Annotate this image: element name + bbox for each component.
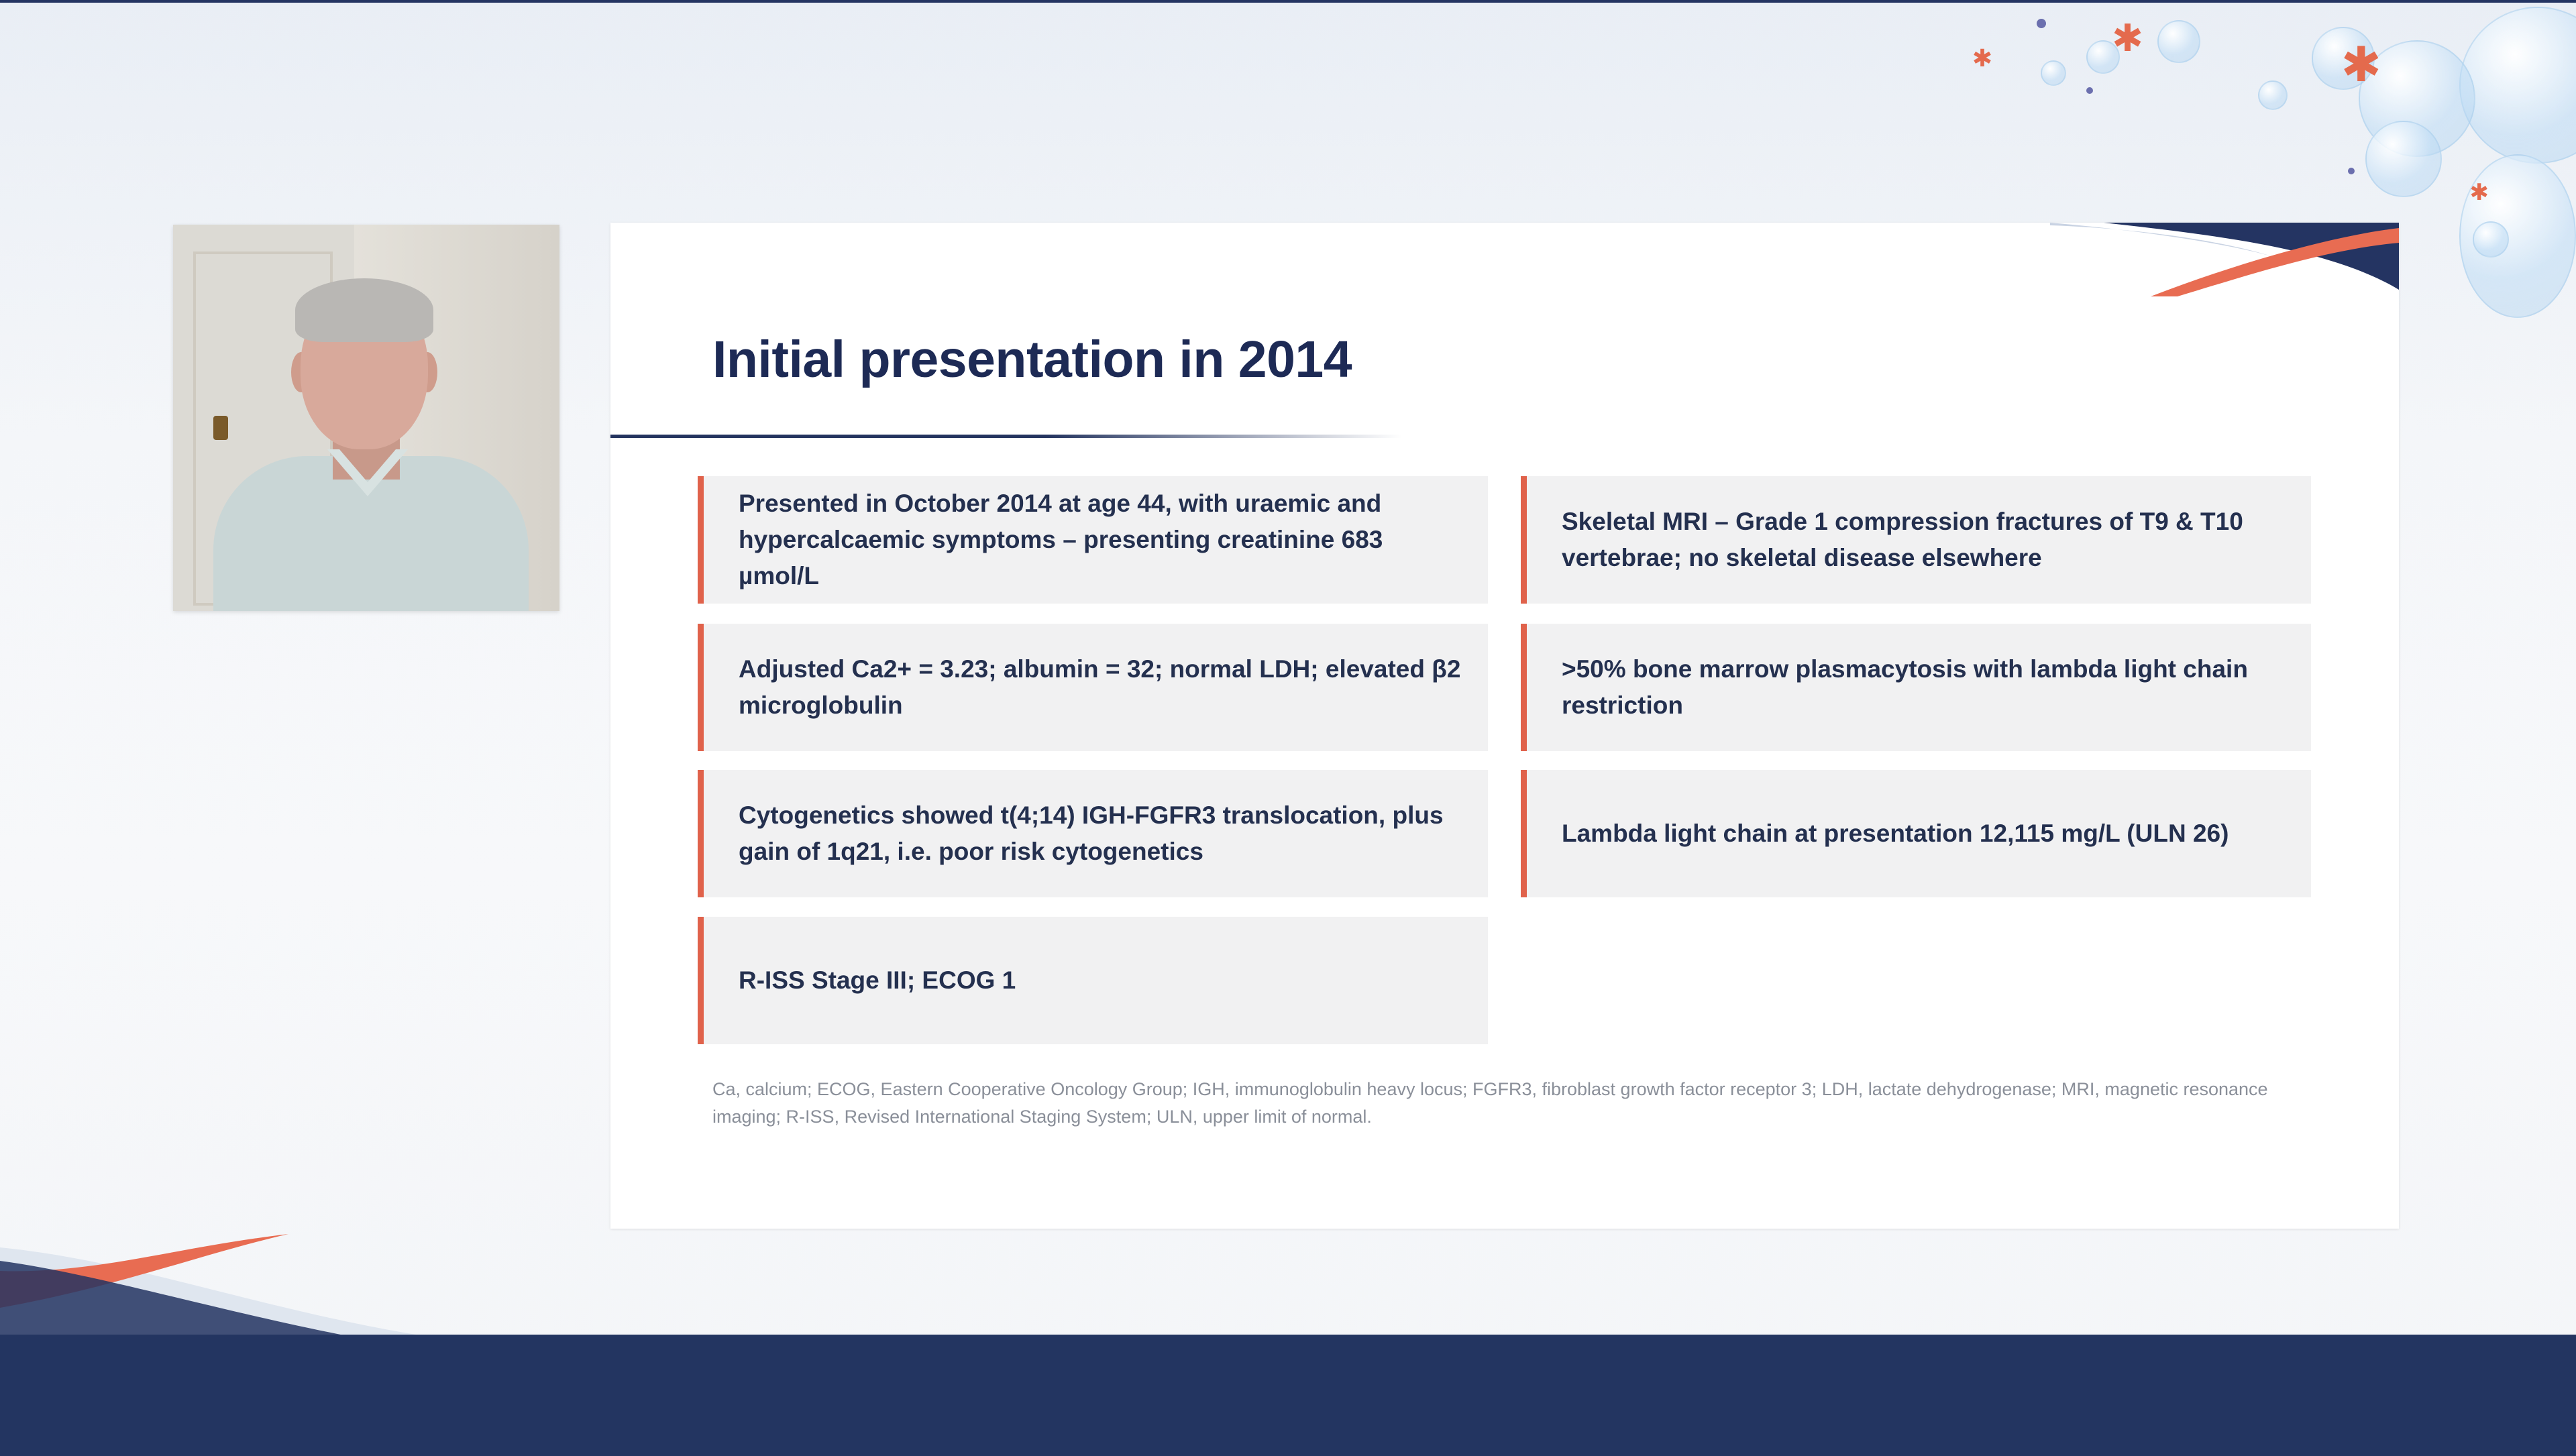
dot [2086, 87, 2093, 94]
slide-title: Initial presentation in 2014 [712, 331, 1352, 388]
info-box-text: Presented in October 2014 at age 44, wit… [739, 490, 1383, 590]
slide: Initial presentation in 2014 Presented i… [610, 223, 2399, 1229]
presenter-video [173, 225, 559, 611]
door-knob [213, 416, 228, 440]
antibody-icon: ✱ [2341, 36, 2381, 93]
info-box-text: >50% bone marrow plasmacytosis with lamb… [1562, 655, 2248, 719]
info-box: R-ISS Stage III; ECOG 1 [698, 917, 1488, 1044]
antibody-icon: ✱ [2112, 17, 2143, 60]
info-box: Cytogenetics showed t(4;14) IGH-FGFR3 tr… [698, 770, 1488, 897]
info-box: >50% bone marrow plasmacytosis with lamb… [1521, 624, 2311, 751]
bubble [2473, 221, 2509, 258]
info-box-text: Cytogenetics showed t(4;14) IGH-FGFR3 tr… [739, 801, 1444, 865]
info-box: Skeletal MRI – Grade 1 compression fract… [1521, 476, 2311, 604]
abbreviations-footnote: Ca, calcium; ECOG, Eastern Cooperative O… [712, 1079, 2268, 1127]
antibody-icon: ✱ [1972, 45, 1992, 72]
antibody-icon: ✱ [2469, 179, 2489, 206]
bubble [2258, 80, 2288, 110]
bottom-bar [0, 1335, 2576, 1456]
dot [2348, 168, 2355, 174]
wave-decoration [0, 1234, 416, 1341]
presenter-hair [295, 278, 433, 342]
bubble [2459, 7, 2576, 164]
title-divider [610, 435, 1402, 438]
bubble [2365, 121, 2442, 197]
slide-corner-wave [2050, 223, 2399, 296]
info-box: Presented in October 2014 at age 44, wit… [698, 476, 1488, 604]
dot [2037, 19, 2046, 28]
info-box-text: Lambda light chain at presentation 12,11… [1562, 820, 2229, 847]
info-box-text: Skeletal MRI – Grade 1 compression fract… [1562, 508, 2243, 571]
bubble [2157, 20, 2200, 63]
info-box: Adjusted Ca2+ = 3.23; albumin = 32; norm… [698, 624, 1488, 751]
info-box-text: R-ISS Stage III; ECOG 1 [739, 966, 1016, 994]
info-box: Lambda light chain at presentation 12,11… [1521, 770, 2311, 897]
bubble [2041, 60, 2066, 86]
info-box-text: Adjusted Ca2+ = 3.23; albumin = 32; norm… [739, 655, 1461, 719]
